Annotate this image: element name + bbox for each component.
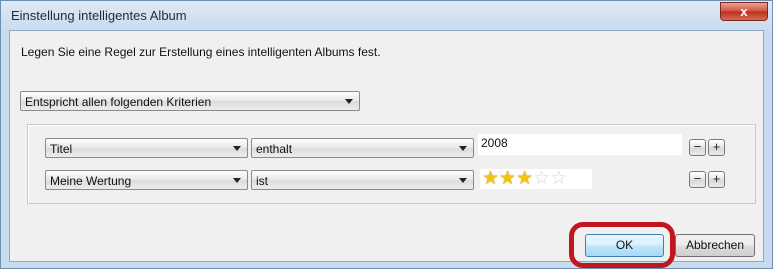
rule-operator-select[interactable]: ist [251, 170, 474, 190]
remove-rule-button[interactable]: − [689, 171, 706, 188]
rule-field-select[interactable]: Titel [45, 138, 248, 158]
star-filled-icon[interactable]: ★ [516, 169, 533, 189]
chevron-down-icon [459, 146, 467, 151]
minus-icon: − [693, 139, 702, 154]
close-button[interactable]: x [720, 2, 768, 21]
match-criteria-select[interactable]: Entspricht allen folgenden Kriterien [20, 91, 360, 111]
rule-value-text: 2008 [481, 136, 508, 150]
match-criteria-value: Entspricht allen folgenden Kriterien [25, 95, 212, 109]
cancel-button[interactable]: Abbrechen [675, 234, 755, 257]
minus-icon: − [693, 171, 702, 186]
chevron-down-icon [345, 99, 353, 104]
ok-button-highlight [569, 222, 675, 268]
rule-value-input[interactable]: 2008 [478, 134, 682, 155]
rule-field-value: Meine Wertung [50, 174, 132, 188]
add-rule-button[interactable]: + [708, 171, 725, 188]
plus-icon: + [712, 139, 721, 154]
rule-field-select[interactable]: Meine Wertung [45, 170, 248, 190]
rating-stars[interactable]: ★ ★ ★ ☆ ☆ [480, 169, 592, 189]
plus-icon: + [712, 171, 721, 186]
remove-rule-button[interactable]: − [689, 139, 706, 156]
title-bar[interactable]: Einstellung intelligentes Album x [1, 1, 772, 29]
dialog-window: Einstellung intelligentes Album x Legen … [0, 0, 773, 269]
rule-operator-select[interactable]: enthalt [251, 138, 474, 158]
rule-operator-value: ist [256, 174, 268, 188]
chevron-down-icon [459, 178, 467, 183]
rule-field-value: Titel [50, 142, 73, 156]
instruction-text: Legen Sie eine Regel zur Erstellung eine… [21, 45, 381, 59]
chevron-down-icon [233, 146, 241, 151]
star-filled-icon[interactable]: ★ [499, 169, 516, 189]
window-title: Einstellung intelligentes Album [11, 8, 187, 23]
star-empty-icon[interactable]: ☆ [550, 169, 567, 189]
star-filled-icon[interactable]: ★ [482, 169, 499, 189]
add-rule-button[interactable]: + [708, 139, 725, 156]
rules-panel: Titel enthalt 2008 − + Meine Wertung ist… [27, 124, 756, 204]
rule-operator-value: enthalt [256, 142, 293, 156]
star-empty-icon[interactable]: ☆ [533, 169, 550, 189]
close-icon: x [740, 4, 748, 19]
chevron-down-icon [233, 178, 241, 183]
